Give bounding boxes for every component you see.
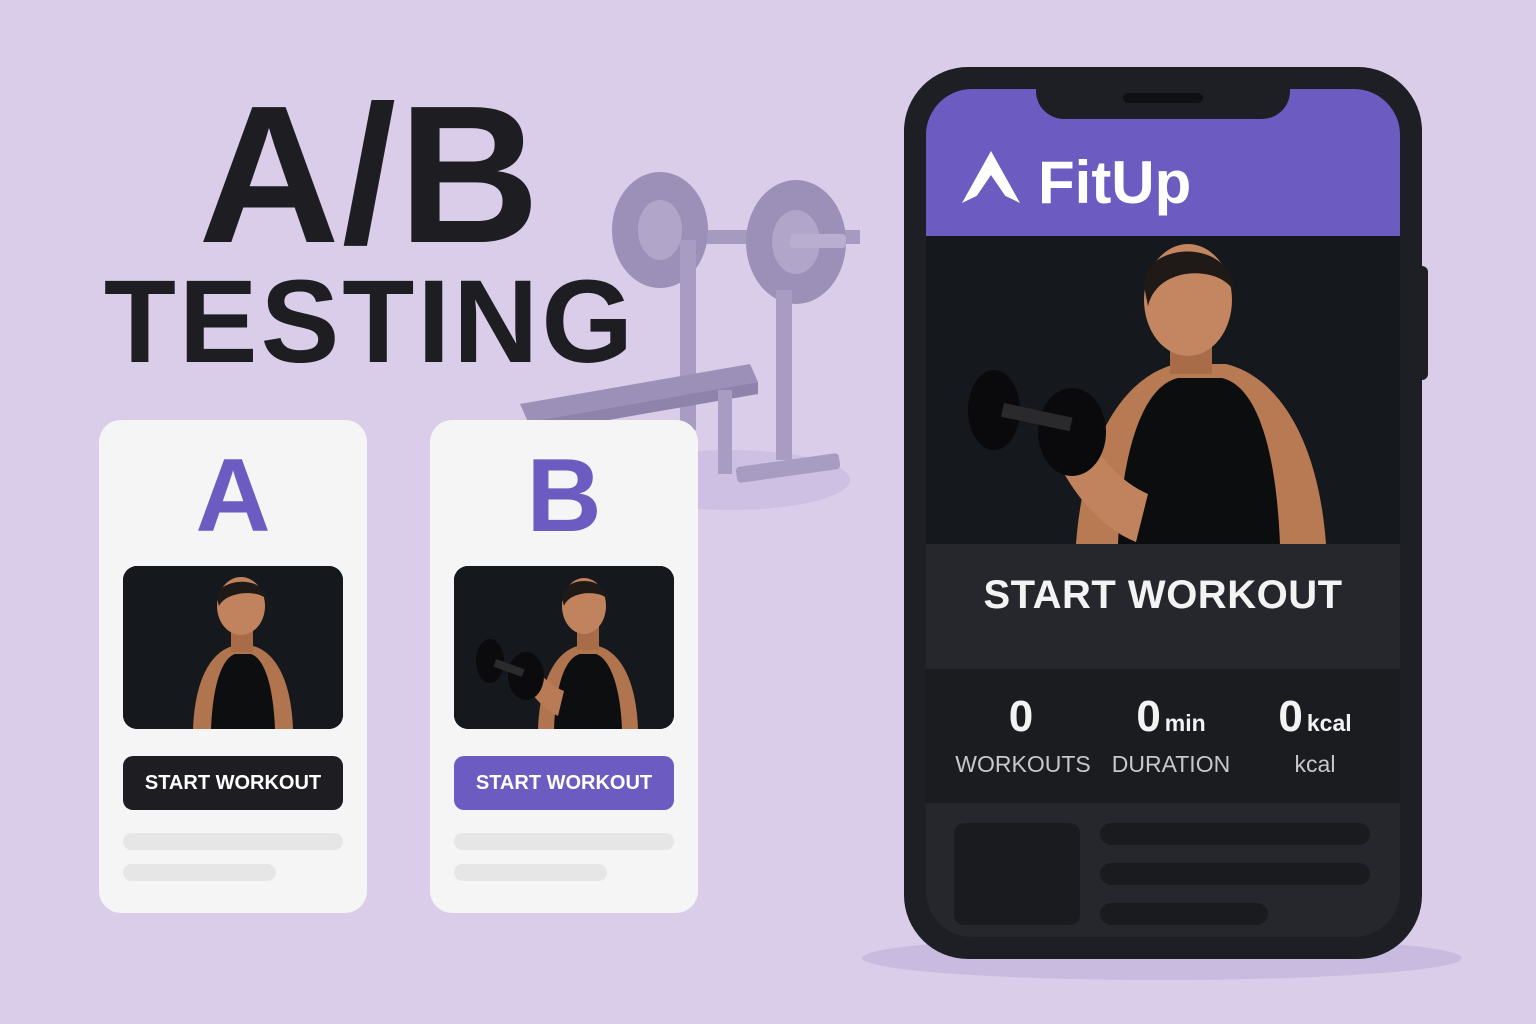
- man-curling-dumbbell-image: [454, 566, 674, 729]
- variant-card-b: B START WORKOUT: [430, 420, 698, 913]
- text-placeholder-line: [123, 833, 343, 850]
- text-placeholder-line: [123, 864, 276, 881]
- stat-value: 0: [1008, 692, 1034, 741]
- stat-label: WORKOUTS: [955, 751, 1091, 777]
- variant-card-a: A START WORKOUT: [99, 420, 367, 913]
- phone-speaker: [1123, 93, 1203, 103]
- content-placeholder-line: [1100, 823, 1370, 845]
- text-placeholder-line: [454, 864, 607, 881]
- start-workout-button[interactable]: START WORKOUT: [454, 756, 674, 810]
- start-workout-button[interactable]: START WORKOUT: [926, 544, 1400, 647]
- app-header: FitUp: [926, 89, 1400, 236]
- stat-value: 0: [1278, 692, 1303, 741]
- phone-screen: FitUp START WORKOUT 0 WORKOUTS 0 min DUR…: [926, 89, 1400, 937]
- man-curling-dumbbell-image: [926, 236, 1400, 544]
- variant-letter: A: [195, 438, 271, 554]
- phone-notch: [1036, 89, 1290, 119]
- man-looking-down-image: [123, 566, 343, 729]
- stat-workouts: 0 WORKOUTS: [944, 689, 1102, 778]
- text-placeholder-line: [454, 833, 674, 850]
- stat-label: DURATION: [1111, 751, 1231, 777]
- stat-duration: 0 min DURATION: [1092, 689, 1250, 778]
- content-placeholder-thumbnail: [954, 823, 1080, 925]
- variant-letter: B: [526, 438, 602, 554]
- stat-value: 0: [1136, 692, 1161, 741]
- phone-mockup: FitUp START WORKOUT 0 WORKOUTS 0 min DUR…: [904, 67, 1422, 959]
- stat-unit: min: [1164, 710, 1206, 736]
- start-workout-button[interactable]: START WORKOUT: [123, 756, 343, 810]
- content-placeholder-line: [1100, 903, 1268, 925]
- stat-unit: kcal: [1306, 710, 1352, 736]
- content-placeholder-line: [1100, 863, 1370, 885]
- stat-calories: 0 kcal kcal: [1236, 689, 1394, 778]
- stat-label: kcal: [1294, 751, 1336, 777]
- arrow-up-logo-icon: [962, 151, 1020, 203]
- app-brand-name: FitUp: [1038, 149, 1192, 216]
- stats-panel: 0 WORKOUTS 0 min DURATION 0 kcal kcal: [926, 669, 1400, 803]
